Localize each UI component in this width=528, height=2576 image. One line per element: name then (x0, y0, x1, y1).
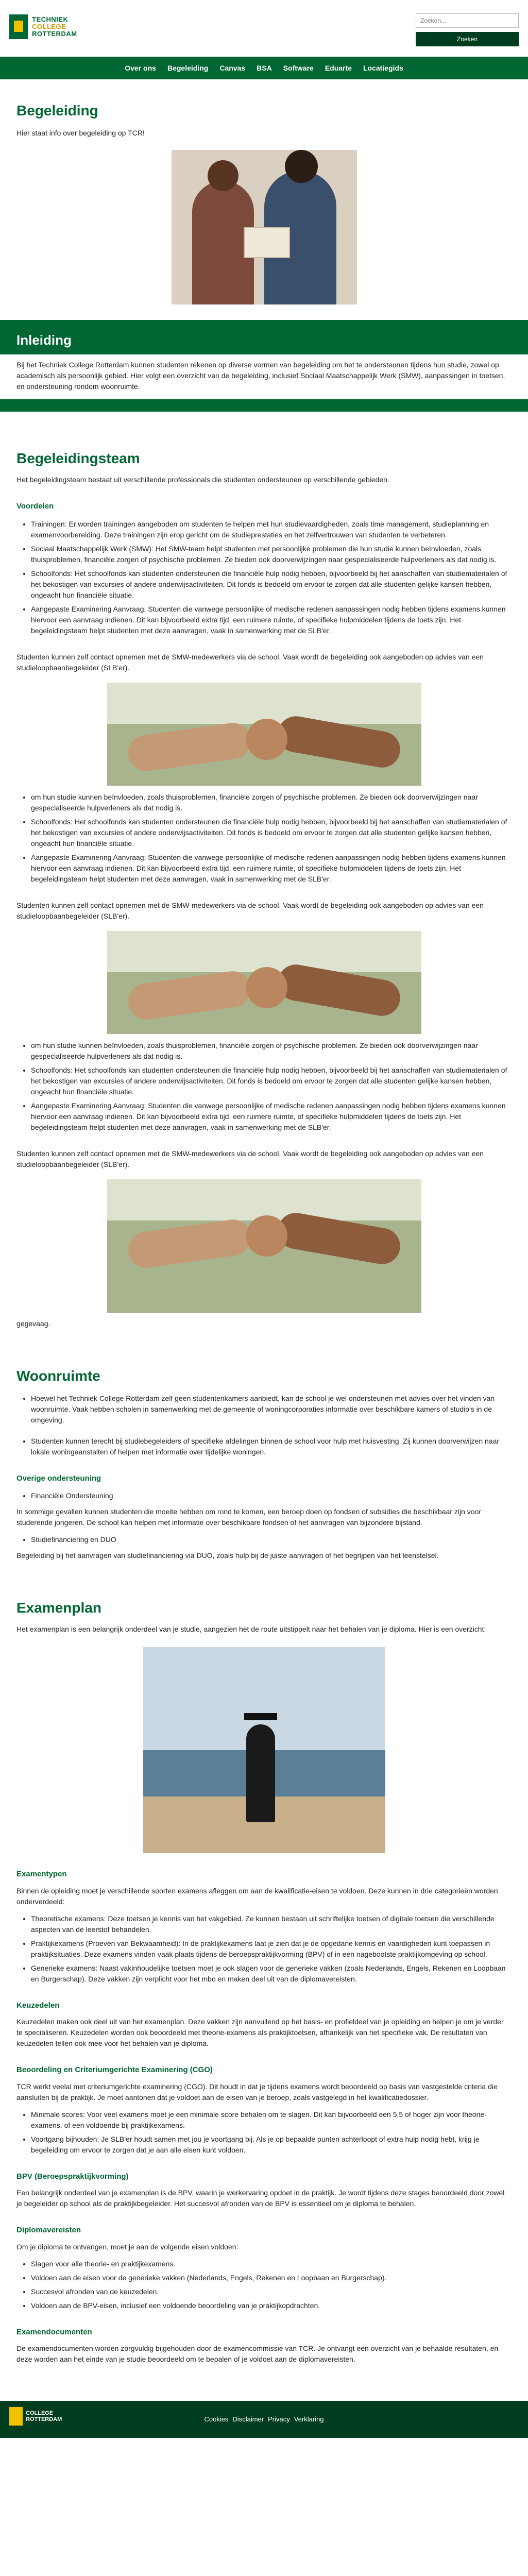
voordelen-list-repeat-2: om hun studie kunnen beïnvloeden, zoals … (16, 1040, 512, 1133)
list-item: Generieke examens: Naast vakinhoudelijke… (31, 1963, 512, 1985)
list-item: Financiële Ondersteuning (31, 1490, 512, 1501)
docs-text: De examendocumenten worden zorgvuldig bi… (16, 2344, 499, 2363)
search-form: Zoeken (416, 13, 519, 46)
inleiding-text: Bij het Techniek College Rotterdam kunne… (16, 361, 505, 391)
page-title: Begeleiding (16, 103, 98, 118)
woonruimte-list-2: Studenten kunnen terecht bij studiebegel… (16, 1436, 512, 1458)
examentypen-title: Examentypen (16, 1870, 67, 1878)
keuzedelen-text: Keuzedelen maken ook deel uit van het ex… (16, 2018, 504, 2047)
footer-logo-mark-icon (9, 2407, 23, 2426)
list-item: om hun studie kunnen beïnvloeden, zoals … (31, 1040, 512, 1062)
team-contact: Studenten kunnen zelf contact opnemen me… (16, 652, 484, 672)
examentypen-intro: Binnen de opleiding moet je verschillend… (16, 1886, 498, 1906)
footer-logo-line-2: ROTTERDAM (26, 2416, 62, 2422)
list-item: Studenten kunnen terecht bij studiebegel… (31, 1436, 512, 1458)
overige-title: Overige ondersteuning (16, 1473, 101, 1483)
duo-text: Begeleiding bij het aanvragen van studie… (16, 1551, 439, 1560)
support-image (107, 1179, 421, 1313)
inleiding-title: Inleiding (16, 332, 72, 348)
graduation-image (143, 1647, 385, 1853)
footer-link-verklaring[interactable]: Verklaring (294, 2414, 324, 2425)
nav-locatiegids[interactable]: Locatiegids (363, 63, 403, 74)
logo-mark-icon (9, 14, 28, 39)
list-item: Slagen voor alle theorie- en praktijkexa… (31, 2259, 512, 2269)
examenplan-title: Examenplan (16, 1600, 101, 1616)
nav-software[interactable]: Software (283, 63, 314, 74)
list-item: Sociaal Maatschappelijk Werk (SMW): Het … (31, 544, 512, 565)
list-item: Aangepaste Examinering Aanvraag: Student… (31, 604, 512, 636)
list-item: Trainingen: Er worden trainingen aangebo… (31, 519, 512, 540)
cgo-text: TCR werkt veelal met criteriumgerichte e… (16, 2082, 498, 2102)
nav-bsa[interactable]: BSA (257, 63, 272, 74)
list-item: Aangepaste Examinering Aanvraag: Student… (31, 852, 512, 885)
support-image (107, 682, 421, 786)
list-item: Succesvol afronden van de keuzedelen. (31, 2286, 512, 2297)
list-item: Hoewel het Techniek College Rotterdam ze… (31, 1393, 512, 1426)
list-item: Voortgang bijhouden: Je SLB'er houdt sam… (31, 2134, 512, 2156)
examenplan-section: Examenplan Het examenplan is een belangr… (0, 1597, 528, 2365)
keuzedelen-title: Keuzedelen (16, 2001, 60, 2010)
footer-logo-line-1: COLLEGE (26, 2410, 54, 2416)
list-item: Studiefinanciering en DUO (31, 1534, 512, 1545)
main-content: Begeleiding Hier staat info over begelei… (0, 79, 528, 2365)
list-item: Voldoen aan de BPV-eisen, inclusief een … (31, 2300, 512, 2311)
woonruimte-section: Woonruimte Hoewel het Techniek College R… (0, 1365, 528, 1562)
examenplan-intro: Het examenplan is een belangrijk onderde… (16, 1625, 486, 1633)
nav-canvas[interactable]: Canvas (219, 63, 245, 74)
diploma-title: Diplomavereisten (16, 2226, 81, 2234)
docs-title: Examendocumenten (16, 2327, 92, 2336)
nav-over-ons[interactable]: Over ons (125, 63, 156, 74)
team-contact-repeat-1: Studenten kunnen zelf contact opnemen me… (16, 901, 484, 920)
list-item: Minimale scores: Voor veel examens moet … (31, 2109, 512, 2131)
diploma-intro: Om je diploma te ontvangen, moet je aan … (16, 2242, 239, 2251)
overige-text: In sommige gevallen kunnen studenten die… (16, 1507, 482, 1527)
footer-link-cookies[interactable]: Cookies (204, 2414, 228, 2425)
overige-list: Financiële Ondersteuning (16, 1490, 512, 1501)
search-button[interactable]: Zoeken (416, 32, 519, 46)
page-intro: Hier staat info over begeleiding op TCR! (16, 129, 145, 137)
team-contact-repeat-2: Studenten kunnen zelf contact opnemen me… (16, 1149, 484, 1168)
duo-list: Studiefinanciering en DUO (16, 1534, 512, 1545)
list-item: Praktijkexamens (Proeven van Bekwaamheid… (31, 1938, 512, 1960)
team-ending: gegevaag. (16, 1319, 50, 1328)
site-logo[interactable]: TECHNIEK COLLEGE ROTTERDAM (9, 14, 77, 39)
voordelen-list-repeat-1: om hun studie kunnen beïnvloeden, zoals … (16, 792, 512, 885)
footer-link-disclaimer[interactable]: Disclaimer (232, 2414, 264, 2425)
hero-image-students (171, 150, 357, 304)
main-nav: Over ons Begeleiding Canvas BSA Software… (0, 57, 528, 79)
support-image (107, 930, 421, 1034)
logo-line-1: TECHNIEK (32, 15, 69, 23)
list-item: Schoolfonds: Het schoolfonds kan student… (31, 568, 512, 601)
list-item: Theoretische examens: Deze toetsen je ke… (31, 1913, 512, 1935)
search-input[interactable] (416, 13, 519, 28)
site-header: TECHNIEK COLLEGE ROTTERDAM Zoeken (0, 0, 528, 57)
list-item: Aangepaste Examinering Aanvraag: Student… (31, 1100, 512, 1133)
logo-line-2: COLLEGE (32, 23, 66, 30)
footer-logo[interactable]: COLLEGE ROTTERDAM (9, 2407, 62, 2426)
logo-line-3: ROTTERDAM (32, 30, 77, 38)
list-item: Voldoen aan de eisen voor de generieke v… (31, 2273, 512, 2283)
list-item: Schoolfonds: Het schoolfonds kan student… (31, 1065, 512, 1097)
woonruimte-title: Woonruimte (16, 1367, 100, 1384)
voordelen-list: Trainingen: Er worden trainingen aangebo… (16, 519, 512, 636)
list-item: Schoolfonds: Het schoolfonds kan student… (31, 817, 512, 849)
inleiding-section: Inleiding Bij het Techniek College Rotte… (0, 320, 528, 412)
footer-link-privacy[interactable]: Privacy (268, 2414, 290, 2425)
team-section: Begeleidingsteam Het begeleidingsteam be… (0, 448, 528, 1329)
diploma-list: Slagen voor alle theorie- en praktijkexa… (16, 2259, 512, 2311)
nav-eduarte[interactable]: Eduarte (325, 63, 352, 74)
cgo-title: Beoordeling en Criteriumgerichte Examine… (16, 2065, 213, 2074)
examentypen-list: Theoretische examens: Deze toetsen je ke… (16, 1913, 512, 1985)
bpv-text: Een belangrijk onderdeel van je examenpl… (16, 2189, 505, 2208)
cgo-list: Minimale scores: Voor veel examens moet … (16, 2109, 512, 2156)
list-item: om hun studie kunnen beïnvloeden, zoals … (31, 792, 512, 814)
nav-begeleiding[interactable]: Begeleiding (167, 63, 208, 74)
site-footer: COLLEGE ROTTERDAM Cookies Disclaimer Pri… (0, 2401, 528, 2438)
voordelen-title: Voordelen (16, 502, 54, 511)
team-title: Begeleidingsteam (16, 450, 140, 466)
woonruimte-list: Hoewel het Techniek College Rotterdam ze… (16, 1393, 512, 1426)
bpv-title: BPV (Beroepspraktijkvorming) (16, 2172, 129, 2181)
team-intro: Het begeleidingsteam bestaat uit verschi… (16, 476, 389, 484)
